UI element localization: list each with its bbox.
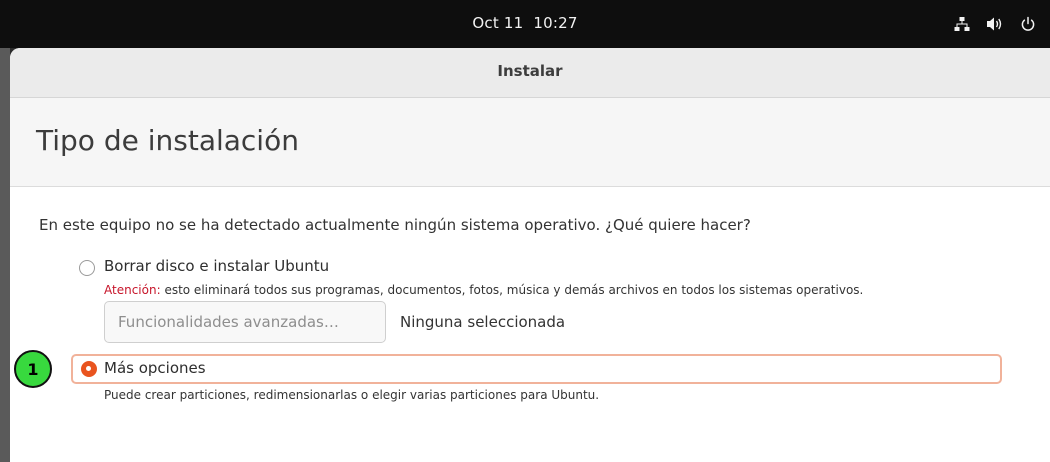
- clock[interactable]: Oct 11 10:27: [0, 14, 1050, 32]
- power-icon[interactable]: [1020, 16, 1036, 32]
- erase-disk-label[interactable]: Borrar disco e instalar Ubuntu: [104, 257, 329, 275]
- warning-text: esto eliminará todos sus programas, docu…: [160, 283, 864, 297]
- window-titlebar[interactable]: Instalar: [10, 48, 1050, 98]
- page-title: Tipo de instalación: [36, 124, 299, 157]
- advanced-features-label: Funcionalidades avanzadas…: [118, 313, 339, 331]
- more-options-label[interactable]: Más opciones: [104, 359, 206, 377]
- advanced-features-status: Ninguna seleccionada: [400, 313, 566, 331]
- installer-window: Instalar Tipo de instalación En este equ…: [10, 48, 1050, 462]
- more-options-radio[interactable]: [81, 361, 97, 377]
- desktop-background: [0, 48, 10, 462]
- clock-time: 10:27: [533, 14, 578, 32]
- erase-disk-radio[interactable]: [79, 260, 95, 276]
- more-options-focus-ring[interactable]: [71, 354, 1002, 384]
- install-question: En este equipo no se ha detectado actual…: [39, 216, 751, 234]
- erase-disk-warning: Atención: esto eliminará todos sus progr…: [104, 283, 863, 297]
- step-marker-number: 1: [27, 359, 39, 379]
- more-options-description: Puede crear particiones, redimensionarla…: [104, 388, 600, 402]
- window-title: Instalar: [497, 62, 563, 80]
- step-marker: 1: [14, 350, 52, 388]
- system-tray[interactable]: [954, 14, 1036, 34]
- volume-icon[interactable]: [986, 16, 1004, 32]
- advanced-features-button[interactable]: Funcionalidades avanzadas…: [104, 301, 386, 343]
- heading-area: Tipo de instalación: [10, 98, 1050, 187]
- top-bar: Oct 11 10:27: [0, 0, 1050, 48]
- warning-prefix: Atención:: [104, 283, 161, 297]
- clock-date: Oct 11: [472, 14, 524, 32]
- network-icon[interactable]: [954, 16, 970, 32]
